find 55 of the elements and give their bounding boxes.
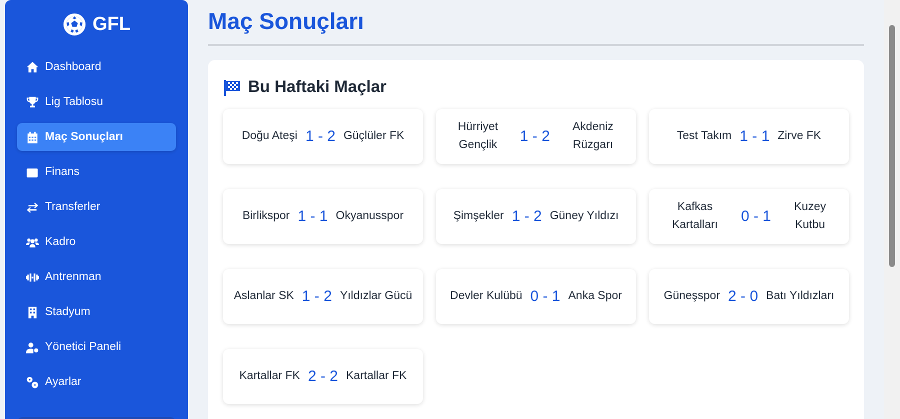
home-team: Aslanlar SK xyxy=(234,288,294,304)
arrows-icon xyxy=(26,200,39,214)
away-team: Akdeniz Rüzgarı xyxy=(572,120,614,152)
users-icon xyxy=(26,236,39,248)
match-score: 0 - 1 xyxy=(741,208,772,225)
home-team: Hürriyet Gençlik xyxy=(456,120,500,152)
home-icon xyxy=(26,60,39,74)
home-team: Devler Kulübü xyxy=(450,288,522,304)
sidebar-item[interactable]: Antrenman xyxy=(17,263,176,291)
wallet-icon xyxy=(26,166,39,178)
away-team: Güçlüler FK xyxy=(343,128,404,144)
sidebar-item[interactable]: Yönetici Paneli xyxy=(17,333,176,361)
page-title: Maç Sonuçları xyxy=(208,8,864,46)
section-title: Bu Haftaki Maçlar xyxy=(248,78,386,97)
checkered-flag-icon xyxy=(223,78,241,96)
calendar-icon xyxy=(26,130,39,144)
football-icon xyxy=(62,13,86,36)
home-team: Birlikspor xyxy=(242,208,290,224)
match-score: 0 - 1 xyxy=(530,288,560,305)
away-team: Batı Yıldızları xyxy=(766,288,834,304)
sidebar-item[interactable]: Lig Tablosu xyxy=(17,88,176,116)
away-team: Kartallar FK xyxy=(346,368,407,384)
scrollbar-thumb[interactable] xyxy=(889,25,895,267)
sidebar-item[interactable]: Ayarlar xyxy=(17,368,176,396)
dumbbell-icon xyxy=(26,270,39,284)
match-score: 1 - 1 xyxy=(298,208,328,225)
sidebar-item[interactable]: Transferler xyxy=(17,193,176,221)
app-logo: GFL xyxy=(92,14,130,36)
home-team: Şimşekler xyxy=(453,208,504,224)
away-team: Anka Spor xyxy=(568,288,622,304)
match-score: 1 - 2 xyxy=(520,128,550,145)
sidebar-item[interactable]: Maç Sonuçları xyxy=(17,123,176,151)
home-team: Doğu Ateşi xyxy=(242,128,298,144)
home-team: Kartallar FK xyxy=(239,368,300,384)
match-score: 2 - 2 xyxy=(308,368,338,385)
match-score: 1 - 2 xyxy=(512,208,542,225)
match-score: 1 - 2 xyxy=(302,288,332,305)
match-score: 2 - 0 xyxy=(728,288,758,305)
match-score: 1 - 1 xyxy=(740,128,770,145)
away-team: Güney Yıldızı xyxy=(550,208,619,224)
away-team: Okyanusspor xyxy=(336,208,404,224)
sidebar-item[interactable]: Dashboard xyxy=(17,53,176,81)
trophy-icon xyxy=(26,96,39,108)
away-team: Zirve FK xyxy=(778,128,822,144)
away-team: Kuzey Kutbu xyxy=(793,200,827,232)
away-team: Yıldızlar Gücü xyxy=(340,288,412,304)
home-team: Güneşspor xyxy=(664,288,720,304)
sidebar-item[interactable]: Kadro xyxy=(17,228,176,256)
scrollbar[interactable] xyxy=(884,0,900,419)
sidebar-item[interactable]: Stadyum xyxy=(17,298,176,326)
sidebar-item[interactable]: Finans xyxy=(17,158,176,186)
home-team: Kafkas Kartalları xyxy=(670,200,720,232)
home-team: Test Takım xyxy=(676,128,732,144)
building-icon xyxy=(26,306,39,318)
match-score: 1 - 2 xyxy=(305,128,336,145)
